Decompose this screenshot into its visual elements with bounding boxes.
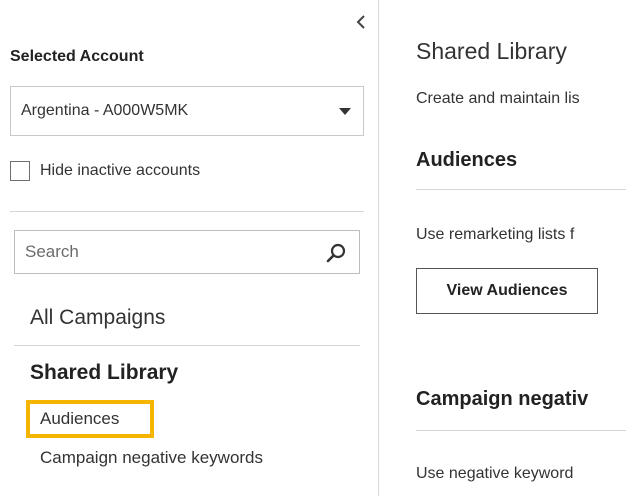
section-divider [416, 189, 626, 190]
audiences-heading: Audiences [416, 149, 518, 171]
page-title: Shared Library [416, 38, 567, 64]
hide-inactive-checkbox[interactable] [10, 161, 30, 181]
section-divider [416, 430, 626, 431]
nav-item-campaign-negative-keywords[interactable]: Campaign negative keywords [40, 448, 263, 468]
shared-library-page: Selected Account Argentina - A000W5MK Hi… [0, 0, 626, 496]
negative-keywords-description: Use negative keyword [416, 465, 574, 482]
sidebar: Selected Account Argentina - A000W5MK Hi… [0, 0, 378, 496]
search-box [14, 230, 360, 274]
collapse-sidebar-button[interactable] [352, 10, 370, 34]
hide-inactive-label: Hide inactive accounts [40, 162, 201, 179]
nav-item-audiences[interactable]: Audiences [26, 400, 154, 438]
nav-item-label: Audiences [40, 409, 120, 428]
selected-account-title: Selected Account [10, 48, 144, 65]
page-description: Create and maintain lis [416, 90, 580, 107]
caret-down-icon [339, 108, 351, 115]
sidebar-divider [14, 345, 360, 346]
account-dropdown-value: Argentina - A000W5MK [21, 102, 189, 119]
pane-separator [378, 0, 379, 496]
nav-all-campaigns[interactable]: All Campaigns [30, 306, 165, 330]
view-audiences-button[interactable]: View Audiences [416, 268, 598, 314]
main-content: Shared Library Create and maintain lis A… [380, 0, 626, 496]
hide-inactive-toggle[interactable]: Hide inactive accounts [10, 160, 200, 182]
nav-shared-library-heading[interactable]: Shared Library [30, 361, 178, 385]
search-input[interactable] [25, 237, 315, 267]
sidebar-divider [10, 211, 364, 212]
audiences-description: Use remarketing lists f [416, 226, 575, 243]
search-icon[interactable] [325, 242, 347, 264]
chevron-left-icon [356, 15, 365, 29]
account-dropdown[interactable]: Argentina - A000W5MK [10, 86, 364, 136]
campaign-negative-heading: Campaign negativ [416, 388, 589, 410]
